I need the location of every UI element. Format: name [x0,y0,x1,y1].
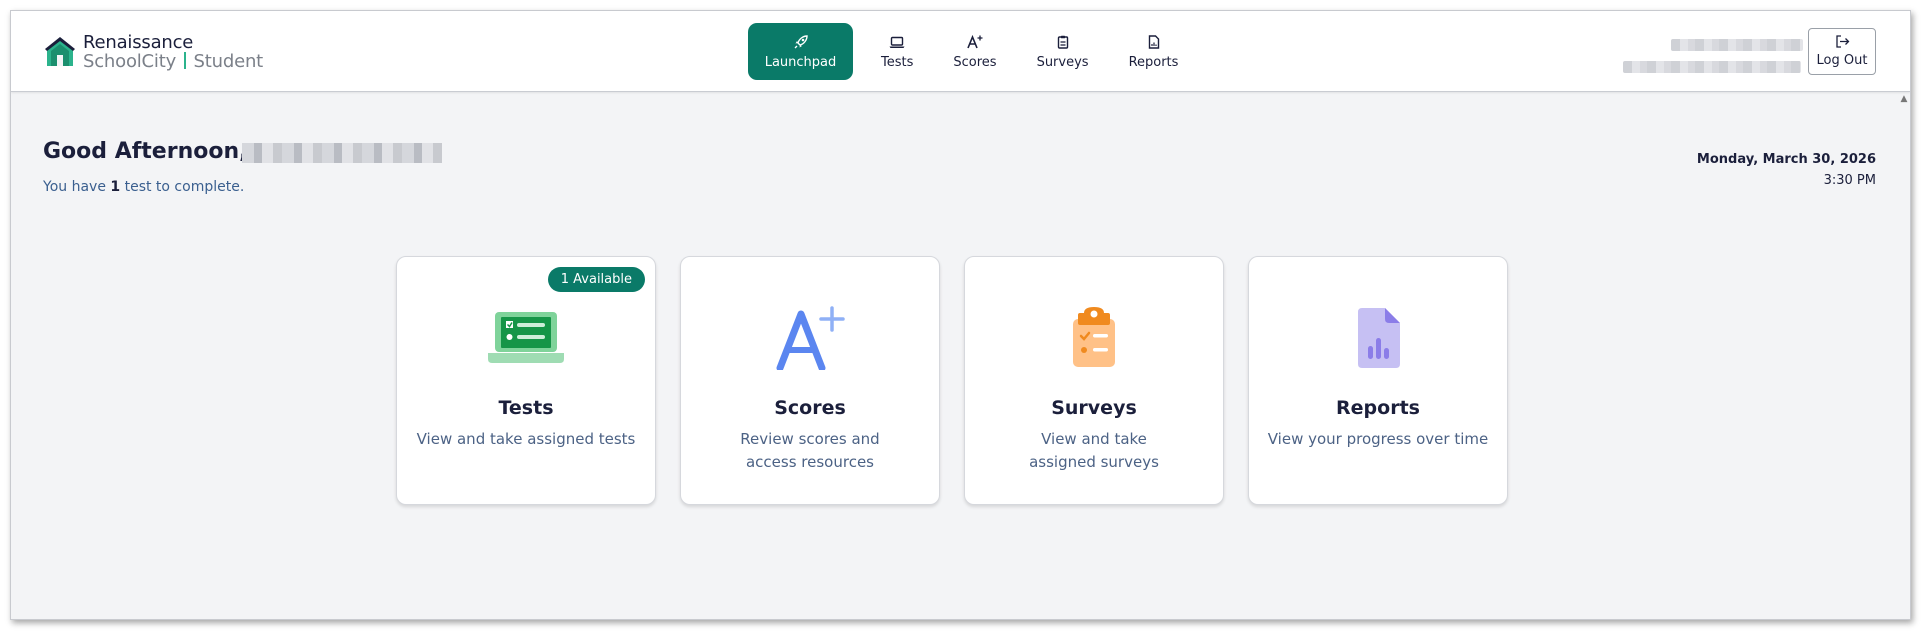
current-datetime: Monday, March 30, 2026 3:30 PM [1697,149,1876,191]
card-surveys-title: Surveys [1051,397,1137,419]
clipboard-icon [1057,33,1069,51]
nav-reports-label: Reports [1128,55,1179,70]
top-bar: Renaissance SchoolCity Student Launchpad … [11,11,1910,92]
brand-name: Renaissance [83,32,194,53]
nav-launchpad[interactable]: Launchpad [748,23,853,80]
current-time: 3:30 PM [1823,173,1876,188]
laptop-checklist-icon [397,305,655,371]
card-scores-title: Scores [774,397,846,419]
clipboard-checklist-icon [965,305,1223,371]
rocket-icon [794,33,808,51]
brand-role: Student [193,51,264,72]
card-reports-description: View your progress over time [1267,430,1489,448]
a-plus-icon [967,33,983,51]
scrollbar-up-arrow[interactable]: ▲ [1898,93,1910,105]
nav-tests[interactable]: Tests [872,23,922,80]
nav-reports[interactable]: Reports [1120,23,1188,80]
a-plus-icon [681,305,939,371]
card-reports[interactable]: Reports View your progress over time [1248,256,1508,505]
schoolcity-logo-icon [45,37,75,66]
card-scores-description: Review scores and access resources [740,430,880,471]
card-tests-title: Tests [498,397,554,419]
card-surveys-description: View and take assigned surveys [1029,430,1159,471]
tests-available-badge: 1 Available [547,267,645,292]
nav-surveys[interactable]: Surveys [1028,23,1098,80]
brand-logo-link[interactable]: Renaissance SchoolCity Student [43,33,263,71]
logout-label: Log Out [1816,53,1868,68]
logout-icon [1835,35,1850,50]
app-window: Renaissance SchoolCity Student Launchpad … [10,10,1911,620]
report-file-icon [1148,33,1160,51]
logout-button[interactable]: Log Out [1808,28,1876,75]
user-info-redacted [1623,27,1803,73]
tests-remaining-text: You have 1 test to complete. [43,179,245,195]
current-date: Monday, March 30, 2026 [1696,152,1876,167]
laptop-icon [889,33,905,51]
nav-scores[interactable]: Scores [944,23,1005,80]
brand-divider [184,52,186,69]
nav-launchpad-label: Launchpad [764,55,837,70]
card-tests-description: View and take assigned tests [416,430,636,448]
card-reports-title: Reports [1336,397,1420,419]
card-surveys[interactable]: Surveys View and take assigned surveys [964,256,1224,505]
main-nav: Launchpad Tests Scores Surveys Reports [748,23,1209,80]
card-scores[interactable]: Scores Review scores and access resource… [680,256,940,505]
nav-surveys-label: Surveys [1036,55,1089,70]
tests-remaining-count: 1 [110,179,121,195]
card-tests[interactable]: 1 Available Tests View and take assigned… [396,256,656,505]
greeting-heading: Good Afternoon, [43,139,248,164]
bar-chart-file-icon [1249,305,1507,371]
brand-product: SchoolCity [83,51,177,72]
nav-scores-label: Scores [953,55,997,70]
student-name-redacted [242,143,442,163]
nav-tests-label: Tests [881,55,914,70]
